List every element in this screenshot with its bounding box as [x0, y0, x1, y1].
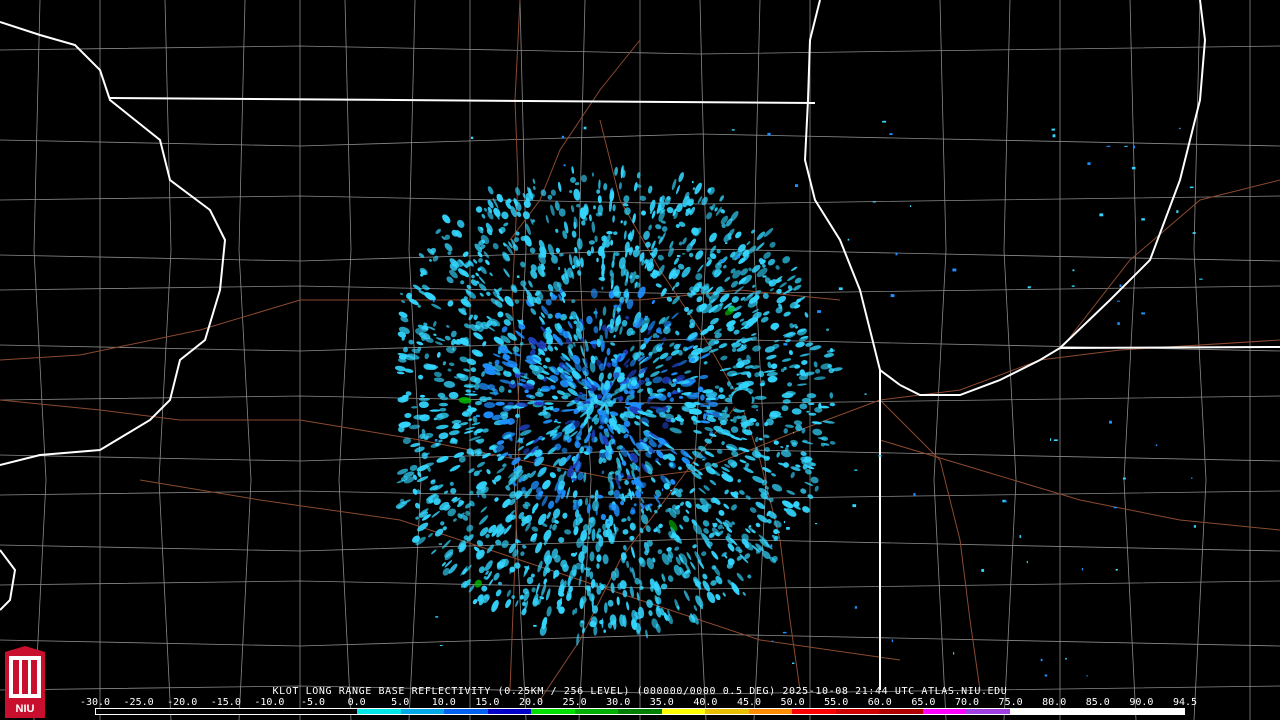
radar-site — [732, 390, 752, 410]
color-bar-segment — [661, 709, 706, 714]
color-bar-segment — [531, 709, 575, 714]
color-bar-segment — [444, 709, 488, 714]
scale-tick-label: 30.0 — [606, 697, 631, 708]
scale-tick-label: 35.0 — [649, 697, 674, 708]
scale-tick-label: 65.0 — [911, 697, 936, 708]
scale-tick-label: -30.0 — [79, 697, 111, 708]
scale-tick-label: 10.0 — [431, 697, 456, 708]
scale-tick-label: 0.0 — [347, 697, 366, 708]
radar-page: NIU KLOT LONG RANGE BASE REFLECTIVITY (0… — [0, 0, 1280, 720]
color-bar-segment — [183, 709, 227, 714]
color-bar-segment — [792, 709, 836, 714]
scale-tick-label: 40.0 — [693, 697, 718, 708]
product-caption: KLOT LONG RANGE BASE REFLECTIVITY (0.25K… — [272, 686, 1008, 697]
color-bar-segment — [96, 709, 140, 714]
niu-logo: NIU — [5, 646, 45, 718]
color-bar-segment — [1053, 709, 1097, 714]
color-bar-segment — [748, 709, 793, 714]
scale-tick-label: -20.0 — [167, 697, 198, 708]
scale-tick-label: 50.0 — [780, 697, 805, 708]
scale-tick-label: 20.0 — [518, 697, 544, 708]
color-bar-segment — [618, 709, 662, 714]
color-bar-segment — [705, 709, 749, 714]
color-bar-segment — [1140, 709, 1184, 714]
scale-tick-label: 70.0 — [954, 697, 980, 708]
color-bar-segment — [1009, 709, 1054, 714]
color-bar-segment — [574, 709, 619, 714]
color-bar-segment — [400, 709, 445, 714]
color-bar-segment — [1096, 709, 1141, 714]
color-bar-segment — [879, 709, 923, 714]
color-bar-segment — [966, 709, 1010, 714]
reflectivity-color-bar — [95, 708, 1185, 715]
scale-tick-label: 80.0 — [1042, 697, 1067, 708]
color-bar-segment — [313, 709, 358, 714]
color-bar-segment — [487, 709, 532, 714]
scale-tick-label: 94.5 — [1172, 697, 1198, 708]
radar-map — [0, 0, 1280, 720]
logo-text: NIU — [16, 703, 35, 715]
scale-tick-label: 45.0 — [736, 697, 762, 708]
scale-tick-label: -15.0 — [210, 697, 241, 708]
scale-tick-label: 15.0 — [475, 697, 500, 708]
color-bar-segment — [357, 709, 401, 714]
scale-tick-label: -25.0 — [123, 697, 154, 708]
scale-tick-label: 55.0 — [824, 697, 849, 708]
scale-tick-label: -10.0 — [254, 697, 285, 708]
scale-tick-label: 90.0 — [1129, 697, 1154, 708]
scale-tick-label: 75.0 — [998, 697, 1023, 708]
color-bar-segment — [139, 709, 184, 714]
color-bar-segment — [270, 709, 314, 714]
scale-tick-label: 60.0 — [867, 697, 892, 708]
color-bar-segment — [226, 709, 271, 714]
color-bar-segment — [835, 709, 880, 714]
scale-tick-label: 25.0 — [562, 697, 587, 708]
color-scale-labels: -30.0 -25.0 -20.0 -15.0 -10.0 -5.0 0.0 5.0 10.0 1… — [80, 697, 1198, 708]
scale-tick-label: 5.0 — [391, 697, 410, 708]
scale-tick-label: -5.0 — [300, 697, 326, 708]
scale-tick-label: 85.0 — [1085, 697, 1110, 708]
color-bar-segment — [922, 709, 967, 714]
